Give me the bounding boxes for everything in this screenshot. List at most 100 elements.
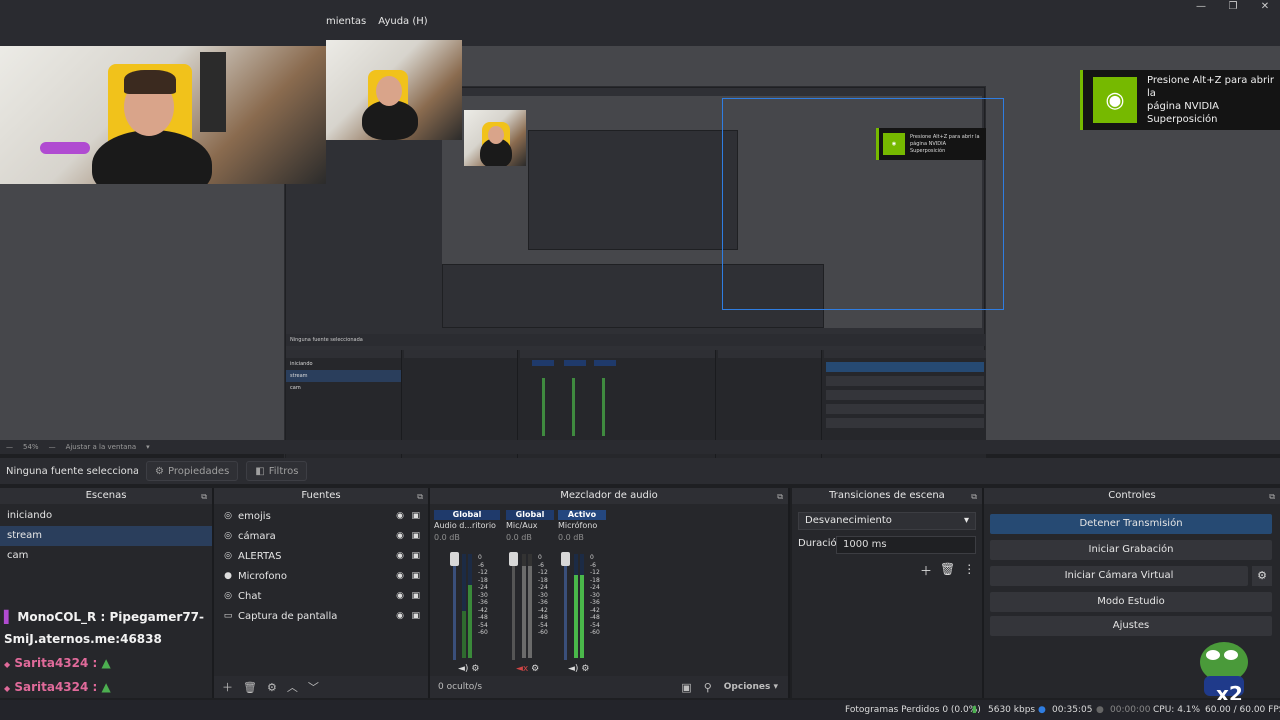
- title-bar: mientas Ayuda (H) — ❐ ✕: [0, 0, 1280, 46]
- source-item[interactable]: ● Microfono ◉ ▣: [214, 566, 428, 586]
- properties-button[interactable]: ⚙ Propiedades: [146, 461, 239, 481]
- eye-icon[interactable]: ◉: [396, 611, 404, 621]
- close-icon[interactable]: ✕: [1250, 0, 1280, 14]
- eye-icon[interactable]: ◉: [396, 551, 404, 561]
- more-icon[interactable]: ⋮: [963, 562, 975, 579]
- trash-icon[interactable]: 🗑: [243, 681, 257, 694]
- eye-icon[interactable]: ◉: [396, 571, 404, 581]
- nvidia-overlay-toast: ◉ Presione Alt+Z para abrir la página NV…: [1080, 70, 1280, 130]
- add-icon[interactable]: ＋: [920, 562, 932, 579]
- scene-item-active[interactable]: stream: [0, 526, 212, 546]
- gear-icon[interactable]: ⚙: [1252, 566, 1272, 586]
- lock-icon[interactable]: ▣: [411, 611, 420, 621]
- eye-icon[interactable]: ◉: [396, 531, 404, 541]
- source-item[interactable]: ◎ ALERTAS ◉ ▣: [214, 546, 428, 566]
- chevron-up-icon[interactable]: ︿: [287, 679, 298, 695]
- layout-icon[interactable]: ▣: [681, 681, 691, 694]
- filter-icon: ◧: [255, 465, 265, 477]
- undock-icon[interactable]: ⧉: [417, 489, 423, 505]
- scene-item[interactable]: iniciando: [0, 506, 212, 526]
- stream-icon: ●: [1038, 705, 1046, 715]
- gear-icon[interactable]: ⚙: [471, 664, 479, 674]
- channel-scope: Activo: [558, 510, 606, 520]
- volume-slider[interactable]: [561, 552, 570, 660]
- minimize-icon[interactable]: —: [1186, 0, 1216, 14]
- level-meter: [580, 554, 584, 658]
- controls-title: Controles: [1108, 490, 1156, 501]
- undock-icon[interactable]: ⧉: [777, 489, 783, 505]
- zoom-out-icon-2[interactable]: —: [49, 443, 56, 451]
- transitions-dock: Transiciones de escena ⧉ Desvanecimiento ▾…: [792, 488, 984, 698]
- eye-icon[interactable]: ◉: [396, 511, 404, 521]
- lock-icon[interactable]: ▣: [411, 571, 420, 581]
- nvidia-line3: Superposición: [1147, 114, 1218, 125]
- fit-window[interactable]: Ajustar a la ventana: [66, 443, 137, 451]
- lock-icon[interactable]: ▣: [411, 511, 420, 521]
- nvidia-logo-icon: ◉: [1093, 77, 1137, 123]
- mixer-options-button[interactable]: Opciones ▾: [724, 682, 778, 692]
- stream-time: 00:35:05: [1052, 705, 1093, 715]
- eye-icon[interactable]: ◉: [396, 591, 404, 601]
- muted-speaker-icon[interactable]: ◄x: [516, 664, 528, 674]
- selection-box[interactable]: [722, 98, 1004, 310]
- transition-select[interactable]: Desvanecimiento ▾: [798, 512, 976, 530]
- level-meter: [522, 554, 526, 658]
- start-recording-button[interactable]: Iniciar Grabación: [990, 540, 1272, 560]
- zoom-level[interactable]: 54%: [23, 443, 39, 451]
- db-scale: 0 -6 -12 -18 -24 -30 -36 -42 -48 -54 -60: [478, 554, 488, 636]
- trash-icon[interactable]: 🗑: [940, 562, 955, 579]
- audio-mixer-dock: Mezclador de audio ⧉ Global Audio d...rit…: [430, 488, 790, 698]
- maximize-icon[interactable]: ❐: [1218, 0, 1248, 14]
- menu-tools[interactable]: mientas: [326, 16, 366, 32]
- zoom-out-icon[interactable]: —: [6, 443, 13, 451]
- settings-button[interactable]: Ajustes: [990, 616, 1272, 636]
- add-icon[interactable]: ＋: [222, 679, 233, 695]
- link-icon[interactable]: ⚲: [704, 681, 712, 694]
- preview-area[interactable]: ◉ Presione Alt+Z para abrir la página NVI…: [0, 40, 1280, 482]
- frog-emote-overlay: x2: [1196, 636, 1260, 710]
- db-scale: 0 -6 -12 -18 -24 -30 -36 -42 -48 -54 -60: [538, 554, 548, 636]
- scenes-title: Escenas: [85, 490, 127, 501]
- menu-help[interactable]: Ayuda (H): [378, 16, 427, 32]
- chevron-down-icon[interactable]: ﹀: [308, 679, 319, 695]
- lock-icon[interactable]: ▣: [411, 551, 420, 561]
- gear-icon[interactable]: ⚙: [531, 664, 539, 674]
- stop-stream-button[interactable]: Detener Transmisión: [990, 514, 1272, 534]
- volume-slider[interactable]: [509, 552, 518, 660]
- source-item[interactable]: ◎ emojis ◉ ▣: [214, 506, 428, 526]
- channel-name: Audio d...ritorio: [434, 521, 496, 530]
- chevron-down-icon[interactable]: ▾: [146, 443, 150, 451]
- level-meter: [468, 554, 472, 658]
- studio-mode-button[interactable]: Modo Estudio: [990, 592, 1272, 612]
- webcam-duplicate: [326, 40, 462, 140]
- browser-icon: ◎: [224, 591, 232, 601]
- volume-slider[interactable]: [450, 552, 459, 660]
- monitor-icon: ▭: [223, 611, 233, 621]
- lock-icon[interactable]: ▣: [411, 531, 420, 541]
- chat-overlay: ▌ MonoCOL_R : Pipegamer77- SmiJ.aternos.…: [0, 606, 214, 700]
- scene-item[interactable]: cam: [0, 546, 212, 566]
- start-virtual-cam-button[interactable]: Iniciar Cámara Virtual: [990, 566, 1248, 586]
- undock-icon[interactable]: ⧉: [201, 489, 207, 505]
- mixer-channel: Global Audio d...ritorio 0.0 dB 0 -6 -12 -1…: [434, 510, 500, 680]
- browser-icon: ◎: [224, 551, 232, 561]
- screen-capture: ◉ Presione Alt+Z para abrir la página NVI…: [285, 87, 1004, 482]
- duration-input[interactable]: 1000 ms: [836, 536, 976, 554]
- speaker-icon[interactable]: ◄): [568, 664, 578, 674]
- source-item[interactable]: ◎ Chat ◉ ▣: [214, 586, 428, 606]
- filters-button[interactable]: ◧ Filtros: [246, 461, 308, 481]
- speaker-icon[interactable]: ◄): [458, 664, 468, 674]
- source-item[interactable]: ◎ cámara ◉ ▣: [214, 526, 428, 546]
- channel-scope: Global: [506, 510, 554, 520]
- gear-icon[interactable]: ⚙: [267, 681, 277, 694]
- level-meter: [462, 554, 466, 658]
- program-canvas[interactable]: ◉ Presione Alt+Z para abrir la página NVI…: [284, 86, 1004, 482]
- undock-icon[interactable]: ⧉: [971, 489, 977, 505]
- lock-icon[interactable]: ▣: [411, 591, 420, 601]
- undock-icon[interactable]: ⧉: [1269, 489, 1275, 505]
- source-item[interactable]: ▭ Captura de pantalla ◉ ▣: [214, 606, 428, 626]
- nested-source-bar: Ninguna fuente seleccionada: [286, 334, 986, 346]
- gear-icon[interactable]: ⚙: [581, 664, 589, 674]
- level-meter: [574, 554, 578, 658]
- record-time: 00:00:00: [1110, 705, 1151, 715]
